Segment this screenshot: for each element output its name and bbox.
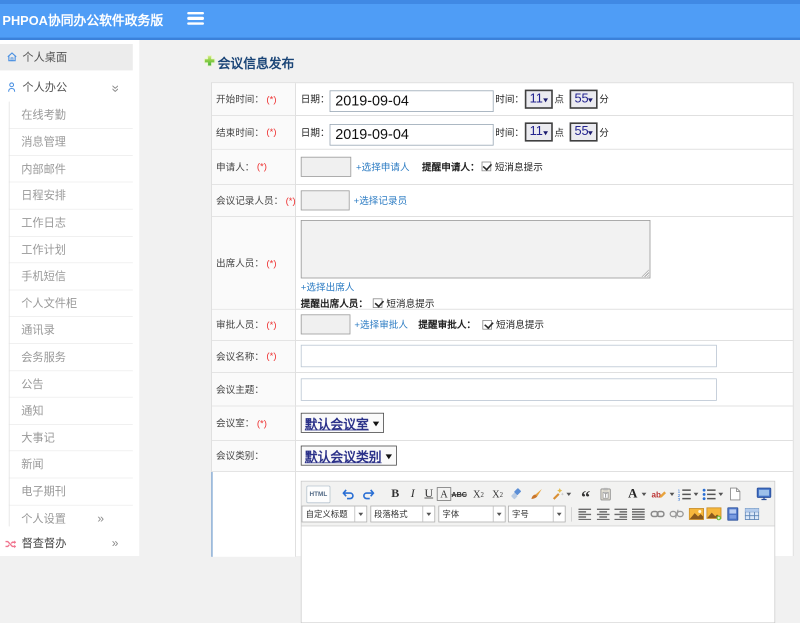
- svg-text:3: 3: [678, 496, 681, 500]
- svg-text:ab: ab: [652, 490, 662, 499]
